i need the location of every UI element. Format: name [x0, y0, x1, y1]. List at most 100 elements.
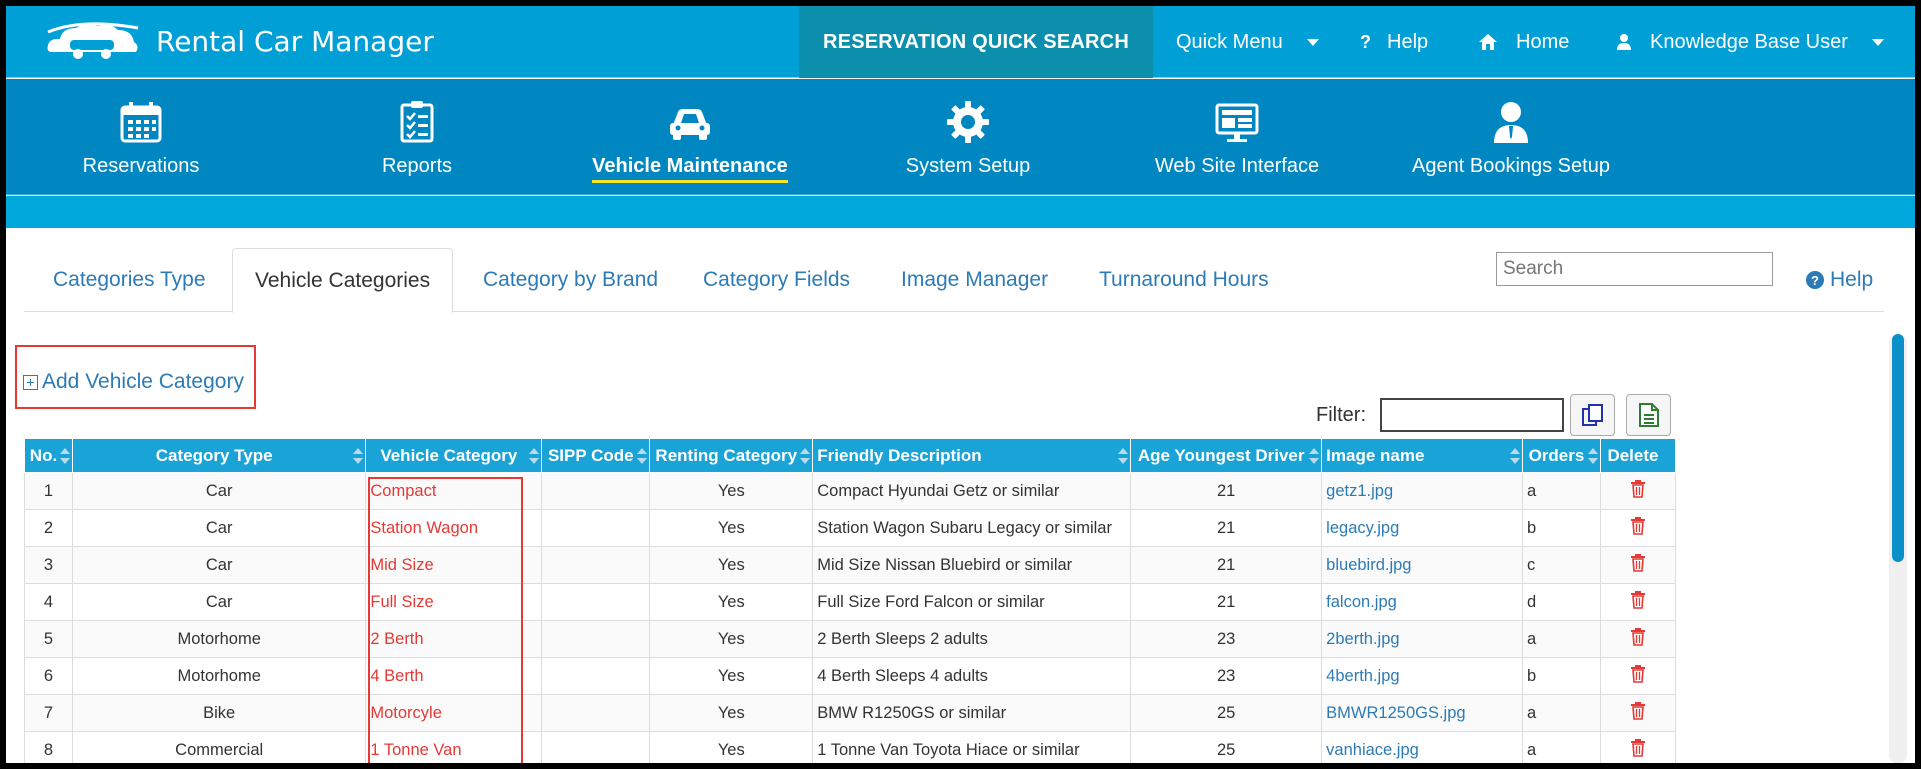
quick-menu-dropdown[interactable]: Quick Menu — [1176, 6, 1319, 78]
cell-vehicle-category-link[interactable]: Mid Size — [365, 546, 543, 584]
cell-vehicle-category-link[interactable]: 1 Tonne Van — [365, 731, 543, 763]
module-label: System Setup — [905, 155, 1031, 177]
module-system-setup[interactable]: System Setup — [894, 99, 1042, 178]
table-row: 1 Car Compact Yes Compact Hyundai Getz or si… — [24, 472, 1677, 510]
module-web-site-interface[interactable]: Web Site Interface — [1152, 99, 1322, 178]
tab-category-fields[interactable]: Category Fields — [703, 248, 850, 312]
tab-categories-type[interactable]: Categories Type — [53, 248, 206, 312]
cell-vehicle-category-link[interactable]: Station Wagon — [365, 509, 543, 547]
column-header-sipp-code[interactable]: SIPP Code — [541, 438, 651, 473]
column-header-age-youngest-driver[interactable]: Age Youngest Driver — [1130, 438, 1323, 473]
cell-image-name-link[interactable]: 4berth.jpg — [1321, 657, 1523, 695]
column-header-category-type[interactable]: Category Type — [71, 438, 367, 473]
cell-orders: a — [1521, 731, 1601, 763]
cell-age-youngest-driver: 21 — [1130, 546, 1323, 584]
trash-icon[interactable] — [1630, 479, 1646, 498]
top-help-link[interactable]: ? Help — [1360, 6, 1428, 78]
column-header-orders[interactable]: Orders — [1521, 438, 1601, 473]
scrollbar-thumb[interactable] — [1892, 334, 1904, 562]
trash-icon[interactable] — [1630, 553, 1646, 572]
cell-age-youngest-driver: 25 — [1130, 694, 1323, 732]
car-icon — [670, 109, 710, 140]
tab-turnaround-hours[interactable]: Turnaround Hours — [1099, 248, 1269, 312]
cell-image-name-link[interactable]: 2berth.jpg — [1321, 620, 1523, 658]
cell-orders: a — [1521, 620, 1601, 658]
trash-icon[interactable] — [1630, 738, 1646, 757]
cell-vehicle-category-link[interactable]: 2 Berth — [365, 620, 543, 658]
table-row: 3 Car Mid Size Yes Mid Size Nissan Bluebird … — [24, 546, 1677, 584]
table-row: 6 Motorhome 4 Berth Yes 4 Berth Sleeps 4 adu… — [24, 657, 1677, 695]
sub-bar — [6, 196, 1915, 228]
export-excel-button[interactable] — [1626, 394, 1671, 436]
cell-image-name-link[interactable]: bluebird.jpg — [1321, 546, 1523, 584]
filter-input[interactable] — [1380, 398, 1564, 432]
cell-sipp-code — [541, 472, 651, 510]
module-reservations[interactable]: Reservations — [78, 99, 204, 178]
cell-no: 8 — [24, 731, 73, 763]
cell-vehicle-category-link[interactable]: 4 Berth — [365, 657, 543, 695]
quick-menu-label: Quick Menu — [1176, 30, 1283, 53]
question-mark-icon: ? — [1360, 31, 1371, 52]
cell-category-type: Motorhome — [71, 620, 367, 658]
module-nav: Reservations Reports Vehicle Maintenance — [6, 79, 1915, 195]
search-input[interactable] — [1496, 252, 1773, 286]
cell-image-name-link[interactable]: getz1.jpg — [1321, 472, 1523, 510]
cell-no: 5 — [24, 620, 73, 658]
module-agent-bookings-setup[interactable]: Agent Bookings Setup — [1406, 99, 1616, 178]
module-label: Web Site Interface — [1154, 155, 1320, 177]
tab-vehicle-categories[interactable]: Vehicle Categories — [232, 248, 454, 313]
brand[interactable]: Rental Car Manager — [42, 18, 434, 64]
cell-delete — [1599, 694, 1677, 732]
home-link[interactable]: Home — [1478, 6, 1569, 78]
cell-image-name-link[interactable]: falcon.jpg — [1321, 583, 1523, 621]
scrollbar[interactable] — [1889, 334, 1907, 763]
cell-image-name-link[interactable]: BMWR1250GS.jpg — [1321, 694, 1523, 732]
cell-age-youngest-driver: 21 — [1130, 583, 1323, 621]
trash-icon[interactable] — [1630, 627, 1646, 646]
cell-image-name-link[interactable]: legacy.jpg — [1321, 509, 1523, 547]
column-header-renting-category[interactable]: Renting Category — [649, 438, 814, 473]
copy-icon — [1581, 404, 1603, 426]
user-menu-dropdown[interactable]: Knowledge Base User — [1616, 6, 1884, 78]
cell-vehicle-category-link[interactable]: Full Size — [365, 583, 543, 621]
page-help-label: Help — [1830, 268, 1874, 291]
cell-image-name-link[interactable]: vanhiace.jpg — [1321, 731, 1523, 763]
column-header-image-name[interactable]: Image name — [1321, 438, 1523, 473]
trash-icon[interactable] — [1630, 701, 1646, 720]
app-frame: Rental Car Manager RESERVATION QUICK SEA… — [6, 6, 1915, 763]
trash-icon[interactable] — [1630, 664, 1646, 683]
cell-category-type: Commercial — [71, 731, 367, 763]
cell-delete — [1599, 583, 1677, 621]
reservation-quick-search-button[interactable]: RESERVATION QUICK SEARCH — [799, 6, 1153, 78]
cell-category-type: Bike — [71, 694, 367, 732]
column-header-no[interactable]: No. — [24, 438, 73, 473]
cell-renting-category: Yes — [649, 657, 814, 695]
monitor-icon — [1215, 103, 1259, 142]
column-header-friendly-description[interactable]: Friendly Description — [812, 438, 1132, 473]
cell-vehicle-category-link[interactable]: Compact — [365, 472, 543, 510]
cell-category-type: Car — [71, 472, 367, 510]
sort-icon — [59, 448, 70, 464]
trash-icon[interactable] — [1630, 516, 1646, 535]
module-reports[interactable]: Reports — [374, 99, 460, 178]
tab-category-by-brand[interactable]: Category by Brand — [483, 248, 658, 312]
trash-icon[interactable] — [1630, 590, 1646, 609]
copy-button[interactable] — [1570, 394, 1615, 436]
column-header-vehicle-category[interactable]: Vehicle Category — [365, 438, 543, 473]
cell-friendly-description: Full Size Ford Falcon or similar — [812, 583, 1132, 621]
cell-delete — [1599, 657, 1677, 695]
module-vehicle-maintenance[interactable]: Vehicle Maintenance — [586, 99, 794, 183]
app-name: Rental Car Manager — [156, 24, 434, 58]
top-bar: Rental Car Manager RESERVATION QUICK SEA… — [6, 6, 1915, 78]
add-vehicle-category-button[interactable]: Add Vehicle Category — [23, 370, 244, 394]
cell-age-youngest-driver: 23 — [1130, 657, 1323, 695]
cell-category-type: Car — [71, 509, 367, 547]
page-help-link[interactable]: ? Help — [1806, 268, 1873, 292]
calendar-icon — [120, 102, 162, 143]
tab-image-manager[interactable]: Image Manager — [901, 248, 1048, 312]
cell-friendly-description: Mid Size Nissan Bluebird or similar — [812, 546, 1132, 584]
table-row: 2 Car Station Wagon Yes Station Wagon Subaru… — [24, 509, 1677, 547]
cell-vehicle-category-link[interactable]: Motorcyle — [365, 694, 543, 732]
cell-delete — [1599, 731, 1677, 763]
cell-sipp-code — [541, 731, 651, 763]
